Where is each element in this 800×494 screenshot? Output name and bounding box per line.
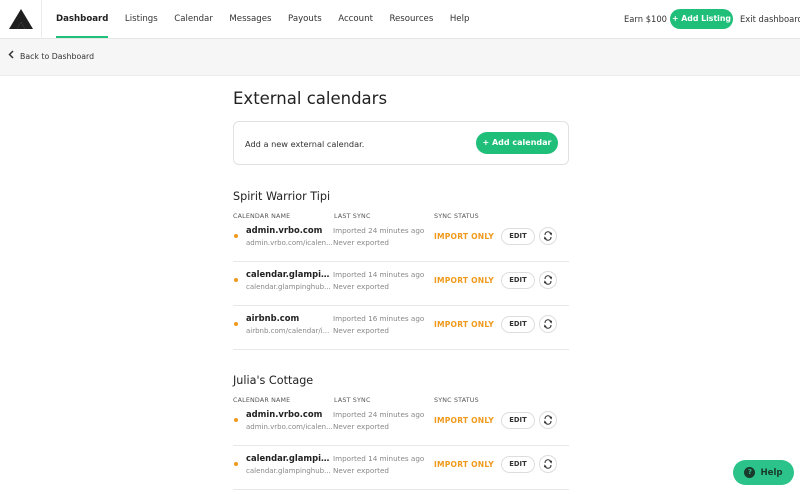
- earn-link[interactable]: Earn $100: [624, 0, 667, 38]
- sub-bar: Back to Dashboard: [0, 39, 800, 76]
- status-dot: [234, 322, 238, 326]
- calendar-row: admin.vrbo.com admin.vrbo.com/icalen... …: [233, 218, 569, 262]
- logo-icon: [9, 9, 33, 29]
- refresh-icon: [543, 415, 553, 425]
- calendar-url: admin.vrbo.com/icalen...: [246, 239, 333, 247]
- section-title: Spirit Warrior Tipi: [233, 190, 331, 203]
- refresh-icon: [543, 319, 553, 329]
- last-import: Imported 16 minutes ago: [333, 314, 425, 323]
- edit-button[interactable]: EDIT: [501, 316, 535, 333]
- calendar-name: calendar.glampingh...: [246, 269, 334, 279]
- edit-button[interactable]: EDIT: [501, 412, 535, 429]
- back-to-dashboard-link[interactable]: Back to Dashboard: [8, 39, 94, 75]
- last-import: Imported 14 minutes ago: [333, 454, 425, 463]
- help-button[interactable]: ? Help: [733, 460, 794, 485]
- top-nav: Dashboard Listings Calendar Messages Pay…: [0, 0, 800, 39]
- last-export: Never exported: [333, 282, 389, 291]
- exit-dashboard-link[interactable]: Exit dashboard: [740, 0, 800, 38]
- calendar-row: airbnb.com airbnb.com/calendar/i... Impo…: [233, 306, 569, 350]
- calendar-url: calendar.glampinghub...: [246, 283, 331, 291]
- last-export: Never exported: [333, 326, 389, 335]
- nav-calendar[interactable]: Calendar: [174, 0, 213, 39]
- sync-button[interactable]: [539, 411, 557, 429]
- edit-button[interactable]: EDIT: [501, 456, 535, 473]
- question-icon: ?: [744, 467, 756, 478]
- last-import: Imported 14 minutes ago: [333, 270, 425, 279]
- status-dot: [234, 462, 238, 466]
- page-title: External calendars: [233, 89, 388, 108]
- refresh-icon: [543, 275, 553, 285]
- sync-status: IMPORT ONLY: [434, 416, 494, 425]
- nav-payouts[interactable]: Payouts: [288, 0, 322, 39]
- calendar-name: admin.vrbo.com: [246, 225, 323, 235]
- add-listing-button[interactable]: + Add Listing: [670, 9, 733, 29]
- refresh-icon: [543, 459, 553, 469]
- last-export: Never exported: [333, 466, 389, 475]
- sync-status: IMPORT ONLY: [434, 320, 494, 329]
- calendar-name: calendar.glampingh...: [246, 453, 334, 463]
- calendar-row: calendar.glampingh... calendar.glampingh…: [233, 446, 569, 490]
- nav-listings[interactable]: Listings: [125, 0, 158, 39]
- logo[interactable]: [0, 0, 42, 39]
- refresh-icon: [543, 231, 553, 241]
- sync-button[interactable]: [539, 271, 557, 289]
- back-label: Back to Dashboard: [20, 52, 95, 61]
- sync-button[interactable]: [539, 455, 557, 473]
- calendar-url: calendar.glampinghub...: [246, 467, 331, 475]
- sync-button[interactable]: [539, 227, 557, 245]
- calendar-row: admin.vrbo.com admin.vrbo.com/icalen... …: [233, 402, 569, 446]
- last-export: Never exported: [333, 238, 389, 247]
- sync-status: IMPORT ONLY: [434, 460, 494, 469]
- edit-button[interactable]: EDIT: [501, 228, 535, 245]
- sync-status: IMPORT ONLY: [434, 232, 494, 241]
- sync-button[interactable]: [539, 315, 557, 333]
- add-calendar-button[interactable]: + Add calendar: [476, 132, 558, 154]
- status-dot: [234, 278, 238, 282]
- nav-help[interactable]: Help: [450, 0, 470, 39]
- last-import: Imported 24 minutes ago: [333, 226, 425, 235]
- status-dot: [234, 234, 238, 238]
- calendar-url: admin.vrbo.com/icalen...: [246, 423, 333, 431]
- calendar-row: calendar.glampingh... calendar.glampingh…: [233, 262, 569, 306]
- nav-dashboard[interactable]: Dashboard: [56, 0, 109, 39]
- edit-button[interactable]: EDIT: [501, 272, 535, 289]
- nav-resources[interactable]: Resources: [389, 0, 433, 39]
- last-export: Never exported: [333, 422, 389, 431]
- add-calendar-text: Add a new external calendar.: [245, 139, 365, 149]
- chevron-left-icon: [8, 39, 14, 75]
- sync-status: IMPORT ONLY: [434, 276, 494, 285]
- calendar-url: airbnb.com/calendar/i...: [246, 327, 330, 335]
- status-dot: [234, 418, 238, 422]
- nav-messages[interactable]: Messages: [229, 0, 271, 39]
- nav-items: Dashboard Listings Calendar Messages Pay…: [56, 0, 486, 39]
- calendar-name: airbnb.com: [246, 313, 300, 323]
- section-title: Julia's Cottage: [233, 374, 314, 387]
- nav-account[interactable]: Account: [338, 0, 373, 39]
- add-calendar-card: Add a new external calendar. + Add calen…: [233, 121, 569, 165]
- calendar-name: admin.vrbo.com: [246, 409, 323, 419]
- last-import: Imported 24 minutes ago: [333, 410, 425, 419]
- help-label: Help: [760, 467, 783, 478]
